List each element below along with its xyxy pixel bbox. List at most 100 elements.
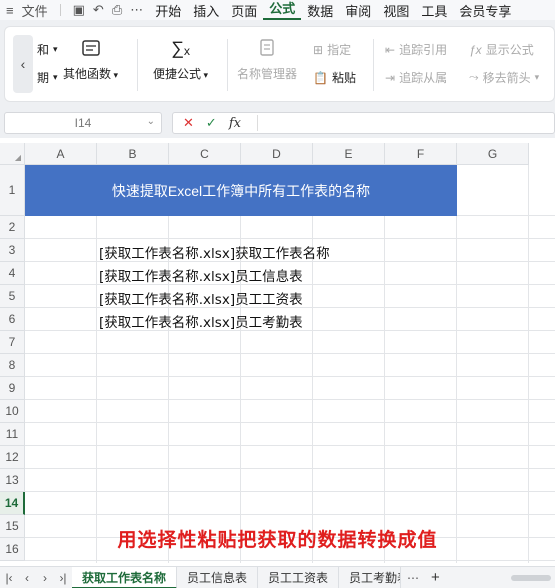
more-icon[interactable]: ⋯ xyxy=(130,2,143,18)
print-icon[interactable]: ⎙ xyxy=(112,2,122,18)
menu-review[interactable]: 审阅 xyxy=(339,1,377,20)
cell-b4[interactable]: [获取工作表名称.xlsx]员工信息表 xyxy=(99,265,303,285)
gridline xyxy=(25,514,555,515)
row-header-12[interactable]: 12 xyxy=(0,446,25,469)
menu-tools[interactable]: 工具 xyxy=(415,1,453,20)
ribbon-partial-bottom[interactable]: 期 ▾ xyxy=(37,69,58,86)
name-box[interactable]: I14 ⌄ xyxy=(4,112,162,134)
quick-formula-button[interactable]: ∑ₓ 便捷公式 ▾ xyxy=(153,37,208,82)
quick-access: ≡ 文件 ▣ ↶ ⎙ ⋯ xyxy=(0,1,149,20)
menu-icon[interactable]: ≡ xyxy=(6,3,14,18)
gridline xyxy=(456,165,457,563)
gridline xyxy=(240,165,241,563)
row-header-13[interactable]: 13 xyxy=(0,469,25,492)
insert-function-icon[interactable]: fx xyxy=(229,116,241,131)
column-header-c[interactable]: C xyxy=(169,143,241,165)
row-header-8[interactable]: 8 xyxy=(0,354,25,377)
row-header-2[interactable]: 2 xyxy=(0,216,25,239)
gridline xyxy=(312,165,313,563)
cell-b5[interactable]: [获取工作表名称.xlsx]员工工资表 xyxy=(99,288,303,308)
column-header-d[interactable]: D xyxy=(241,143,313,165)
chevron-down-icon: ▾ xyxy=(53,44,58,54)
divider xyxy=(137,39,138,91)
confirm-icon[interactable]: ✓ xyxy=(206,115,217,131)
trace-dependents-icon: ⇥ xyxy=(385,70,396,85)
menu-bar: ≡ 文件 ▣ ↶ ⎙ ⋯ 开始 插入 页面 公式 数据 审阅 视图 工具 会员专… xyxy=(0,0,555,20)
row-header-11[interactable]: 11 xyxy=(0,423,25,446)
paste-button[interactable]: 📋 粘贴 xyxy=(313,69,356,86)
menu-file[interactable]: 文件 xyxy=(22,1,48,20)
formula-input[interactable]: ✕ ✓ fx xyxy=(172,112,555,134)
cancel-icon[interactable]: ✕ xyxy=(183,115,194,131)
cell-b6[interactable]: [获取工作表名称.xlsx]员工考勤表 xyxy=(99,311,303,331)
other-functions-button[interactable]: 其他函数 ▾ xyxy=(63,37,118,82)
menu-member[interactable]: 会员专享 xyxy=(453,1,517,20)
menu-page[interactable]: 页面 xyxy=(225,1,263,20)
row-header-3[interactable]: 3 xyxy=(0,239,25,262)
trace-precedents-button[interactable]: ⇤ 追踪引用 xyxy=(385,41,447,58)
save-icon[interactable]: ▣ xyxy=(73,2,85,18)
row-header-7[interactable]: 7 xyxy=(0,331,25,354)
menu-insert[interactable]: 插入 xyxy=(187,1,225,20)
add-sheet-icon[interactable]: + xyxy=(425,569,446,586)
sheet-tab-bar: |‹ ‹ › ›| 获取工作表名称 员工信息表 员工工资表 员工考勤表 ⋯ + xyxy=(0,566,555,588)
gridline xyxy=(25,422,555,423)
sheet-tab-salary[interactable]: 员工工资表 xyxy=(258,566,340,588)
name-manager-button[interactable]: 名称管理器 xyxy=(237,37,297,82)
remove-arrows-icon: ⤳ xyxy=(469,70,479,84)
column-header-g[interactable]: G xyxy=(457,143,529,165)
cell-b3[interactable]: [获取工作表名称.xlsx]获取工作表名称 xyxy=(99,242,330,262)
ribbon-panel: ‹ 和 ▾ 期 ▾ 其他函数 ▾ ∑ₓ 便捷公式 ▾ 名称管理器 ⊞ 指定 📋 … xyxy=(4,26,555,102)
remove-arrows-button[interactable]: ⤳ 移去箭头 ▾ xyxy=(469,69,539,86)
row-header-10[interactable]: 10 xyxy=(0,400,25,423)
title-cell[interactable]: 快速提取Excel工作簿中所有工作表的名称 xyxy=(25,165,457,216)
next-sheet-icon[interactable]: › xyxy=(36,571,54,585)
column-header-e[interactable]: E xyxy=(313,143,385,165)
specify-button[interactable]: ⊞ 指定 xyxy=(313,41,351,58)
row-header-14[interactable]: 14 xyxy=(0,492,25,515)
row-header-1[interactable]: 1 xyxy=(0,165,25,216)
paste-icon: 📋 xyxy=(313,70,328,85)
prev-sheet-icon[interactable]: ‹ xyxy=(18,571,36,585)
chevron-left-icon: ‹ xyxy=(20,56,26,72)
menu-formulas[interactable]: 公式 xyxy=(263,0,302,20)
first-sheet-icon[interactable]: |‹ xyxy=(0,571,18,585)
function-list-icon xyxy=(80,37,102,59)
chevron-down-icon[interactable]: ⌄ xyxy=(147,116,155,127)
last-sheet-icon[interactable]: ›| xyxy=(54,571,72,585)
row-header-4[interactable]: 4 xyxy=(0,262,25,285)
gridline xyxy=(25,468,555,469)
ribbon-scroll-left[interactable]: ‹ xyxy=(13,35,33,93)
column-header-b[interactable]: B xyxy=(97,143,169,165)
ribbon-partial-top[interactable]: 和 ▾ xyxy=(37,41,58,58)
divider xyxy=(373,39,374,91)
formula-bar: I14 ⌄ ✕ ✓ fx xyxy=(0,108,555,138)
row-header-6[interactable]: 6 xyxy=(0,308,25,331)
sheet-tab-get-names[interactable]: 获取工作表名称 xyxy=(72,566,178,588)
show-formulas-button[interactable]: ƒx 显示公式 xyxy=(469,41,534,58)
menu-data[interactable]: 数据 xyxy=(301,1,339,20)
undo-icon[interactable]: ↶ xyxy=(93,2,104,18)
divider xyxy=(227,39,228,91)
menu-home[interactable]: 开始 xyxy=(149,1,187,20)
select-all-corner[interactable]: ◢ xyxy=(0,143,25,165)
more-sheets-icon[interactable]: ⋯ xyxy=(401,571,425,585)
gridline xyxy=(25,491,555,492)
gridline xyxy=(25,238,555,239)
column-header-a[interactable]: A xyxy=(25,143,97,165)
gridline xyxy=(528,165,529,563)
sheet-tab-attendance[interactable]: 员工考勤表 xyxy=(339,566,402,588)
chevron-down-icon: ▾ xyxy=(53,72,58,82)
sum-icon: ∑ₓ xyxy=(171,37,190,58)
spreadsheet-grid[interactable]: ◢ A B C D E F G 1 2 3 4 5 6 7 8 9 10 11 12 13 14 15 16 快速提取Exce… xyxy=(0,143,555,563)
divider xyxy=(59,4,61,16)
instruction-caption: 用选择性粘贴把获取的数据转换成值 xyxy=(117,530,438,551)
row-header-5[interactable]: 5 xyxy=(0,285,25,308)
column-header-f[interactable]: F xyxy=(385,143,457,165)
horizontal-scrollbar[interactable] xyxy=(511,574,551,581)
ribbon: ‹ 和 ▾ 期 ▾ 其他函数 ▾ ∑ₓ 便捷公式 ▾ 名称管理器 ⊞ 指定 📋 … xyxy=(0,20,555,108)
menu-view[interactable]: 视图 xyxy=(377,1,415,20)
sheet-tab-employee-info[interactable]: 员工信息表 xyxy=(177,566,259,588)
trace-dependents-button[interactable]: ⇥ 追踪从属 xyxy=(385,69,447,86)
row-header-9[interactable]: 9 xyxy=(0,377,25,400)
